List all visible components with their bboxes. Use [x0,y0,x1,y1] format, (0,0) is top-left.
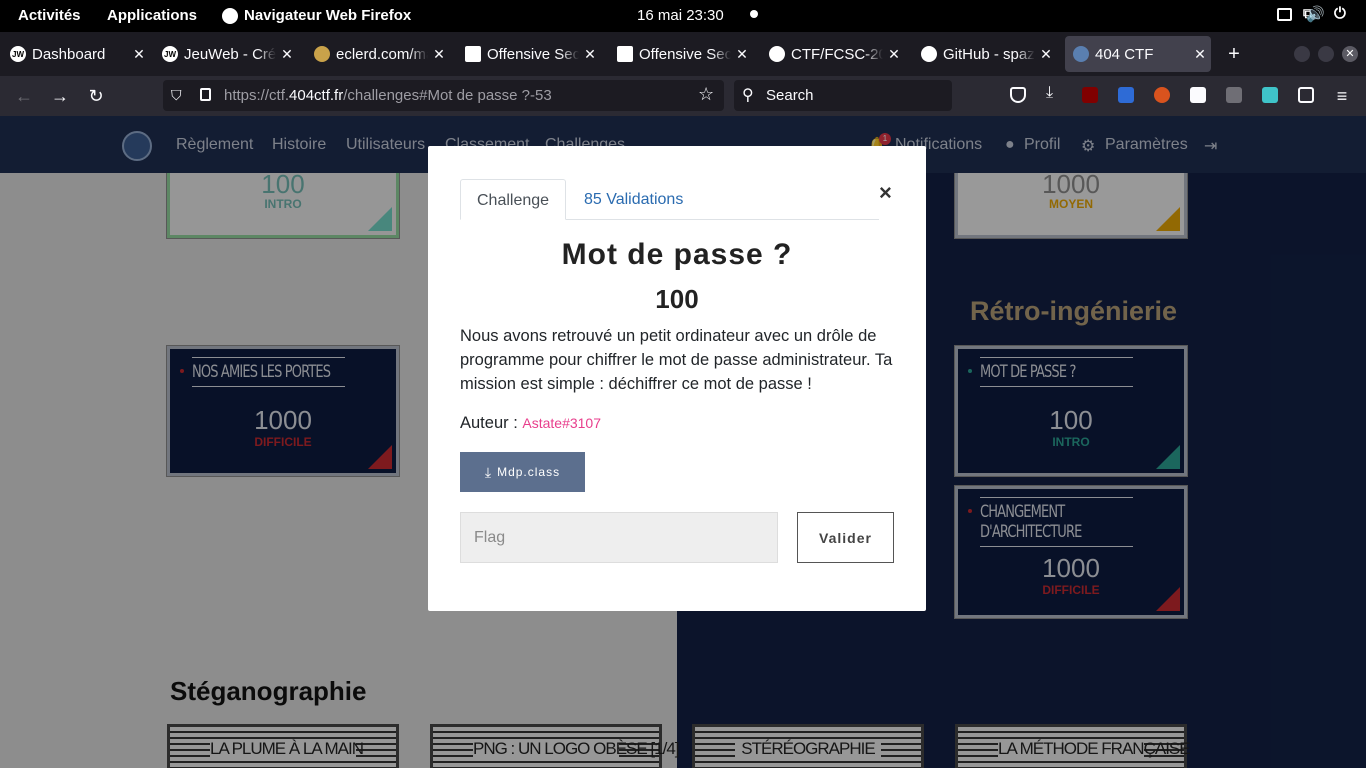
extension-fox-icon[interactable] [1154,87,1170,103]
url-domain: 404ctf.fr [289,87,344,104]
close-window-icon[interactable]: ✕ [1342,46,1358,62]
extension-qr-icon[interactable] [1298,87,1314,103]
download-file-button[interactable]: ⤓ Mdp.class [460,452,585,492]
tab-jeuweb[interactable]: JW JeuWeb - Crée ✕ [154,36,298,72]
menu-icon[interactable]: ≡ [1330,84,1354,108]
close-tab-icon[interactable]: ✕ [428,46,450,63]
challenge-title: Mot de passe ? [561,238,793,271]
close-modal-button[interactable]: × [879,180,892,206]
flag-input[interactable] [460,512,778,563]
tab-label: Offensive Secu [487,45,579,63]
tab-github-spaze[interactable]: GitHub - spaze ✕ [913,36,1057,72]
minimize-icon[interactable] [1294,46,1310,62]
ublock-icon[interactable] [1082,87,1098,103]
close-tab-icon[interactable]: ✕ [1035,46,1057,63]
challenge-description: Nous avons retrouvé un petit ordinateur … [460,327,893,393]
close-tab-icon[interactable]: ✕ [1189,46,1211,63]
extension-glasses-icon[interactable] [1190,87,1206,103]
tab-label: GitHub - spaze [943,45,1035,63]
search-icon: ⚲ [742,87,754,104]
tab-eclerd[interactable]: eclerd.com/ma ✕ [306,36,450,72]
tab-label: CTF/FCSC-202 [791,45,883,63]
extension-z-icon[interactable] [1118,87,1134,103]
tab-label: Offensive Secu [639,45,731,63]
applications-menu[interactable]: Applications [107,7,197,24]
globe-favicon-icon [314,46,330,62]
notification-dot-icon [750,10,758,18]
search-placeholder: Search [766,87,814,104]
offsec-favicon-icon [617,46,633,62]
tab-offsec-2[interactable]: Offensive Secu ✕ [609,36,753,72]
pocket-icon[interactable] [1010,87,1026,103]
challenge-author: Auteur : Astate#3107 [460,414,601,433]
download-icon: ⤓ [484,463,493,480]
extension-puzzle-icon[interactable] [1226,87,1242,103]
jw-favicon-icon: JW [162,46,178,62]
challenge-points: 100 [655,284,699,314]
tab-ctf-fcsc[interactable]: CTF/FCSC-202✕ [761,36,905,72]
search-bar[interactable]: ⚲ Search [734,80,952,111]
tab-strip: JW Dashboard ✕ JW JeuWeb - Crée ✕ eclerd.com… [0,32,1366,76]
404-favicon-icon [1073,46,1089,62]
tab-offsec-1[interactable]: Offensive Secu ✕ [457,36,601,72]
app-indicator[interactable]: Navigateur Web Firefox [222,7,411,24]
activities-button[interactable]: Activités [18,7,81,24]
file-button-label: Mdp.class [497,465,561,479]
offsec-favicon-icon [465,46,481,62]
shield-icon[interactable]: ⛉ [171,87,182,104]
clock[interactable]: 16 mai 23:30 [637,7,724,24]
firefox-icon [222,7,238,24]
nav-toolbar: ← → ↻ ⛉ https://ctf.404ctf.fr/challenges… [0,76,1366,116]
tab-label: 404 CTF [1095,45,1154,63]
author-label: Auteur : [460,414,523,432]
back-icon[interactable]: ← [12,84,36,108]
screen-icon[interactable] [1277,8,1292,21]
forward-icon[interactable]: → [48,84,72,108]
challenge-modal: Challenge 85 Validations × Mot de passe … [428,146,926,611]
url-prefix: https://ctf. [224,87,290,104]
close-tab-icon[interactable]: ✕ [883,46,905,63]
author-link[interactable]: Astate#3107 [522,415,601,431]
extension-save-icon[interactable] [1262,87,1278,103]
bookmark-star-icon[interactable]: ☆ [698,84,714,105]
close-tab-icon[interactable]: ✕ [579,46,601,63]
tab-challenge[interactable]: Challenge [460,179,567,220]
tab-label: JeuWeb - Crée [184,45,276,63]
system-top-bar: Activités Applications Navigateur Web Fi… [0,0,1366,32]
url-bar[interactable]: ⛉ https://ctf.404ctf.fr/challenges#Mot d… [163,80,724,111]
tab-label: eclerd.com/ma [336,45,428,63]
tab-validations[interactable]: 85 Validations [568,179,699,220]
new-tab-icon[interactable]: + [1222,42,1246,66]
close-tab-icon[interactable]: ✕ [128,46,150,63]
tab-dashboard[interactable]: JW Dashboard ✕ [2,36,150,72]
close-tab-icon[interactable]: ✕ [731,46,753,63]
downloads-icon[interactable]: ⤓ [1046,84,1062,101]
submit-flag-button[interactable]: Valider [797,512,894,563]
app-name: Navigateur Web Firefox [244,7,412,24]
url-path: /challenges#Mot de passe ?-53 [343,87,552,104]
url-text[interactable]: https://ctf.404ctf.fr/challenges#Mot de … [224,87,552,104]
volume-icon[interactable]: 🔊 [1306,5,1325,23]
github-favicon-icon [921,46,937,62]
lock-icon[interactable] [200,88,211,101]
power-icon[interactable]: ⏻ [1334,5,1346,22]
github-favicon-icon [769,46,785,62]
tab-label: Dashboard [32,45,106,63]
jw-favicon-icon: JW [10,46,26,62]
maximize-icon[interactable] [1318,46,1334,62]
reload-icon[interactable]: ↻ [84,84,108,108]
close-tab-icon[interactable]: ✕ [276,46,298,63]
tab-404ctf[interactable]: 404 CTF ✕ [1065,36,1211,72]
